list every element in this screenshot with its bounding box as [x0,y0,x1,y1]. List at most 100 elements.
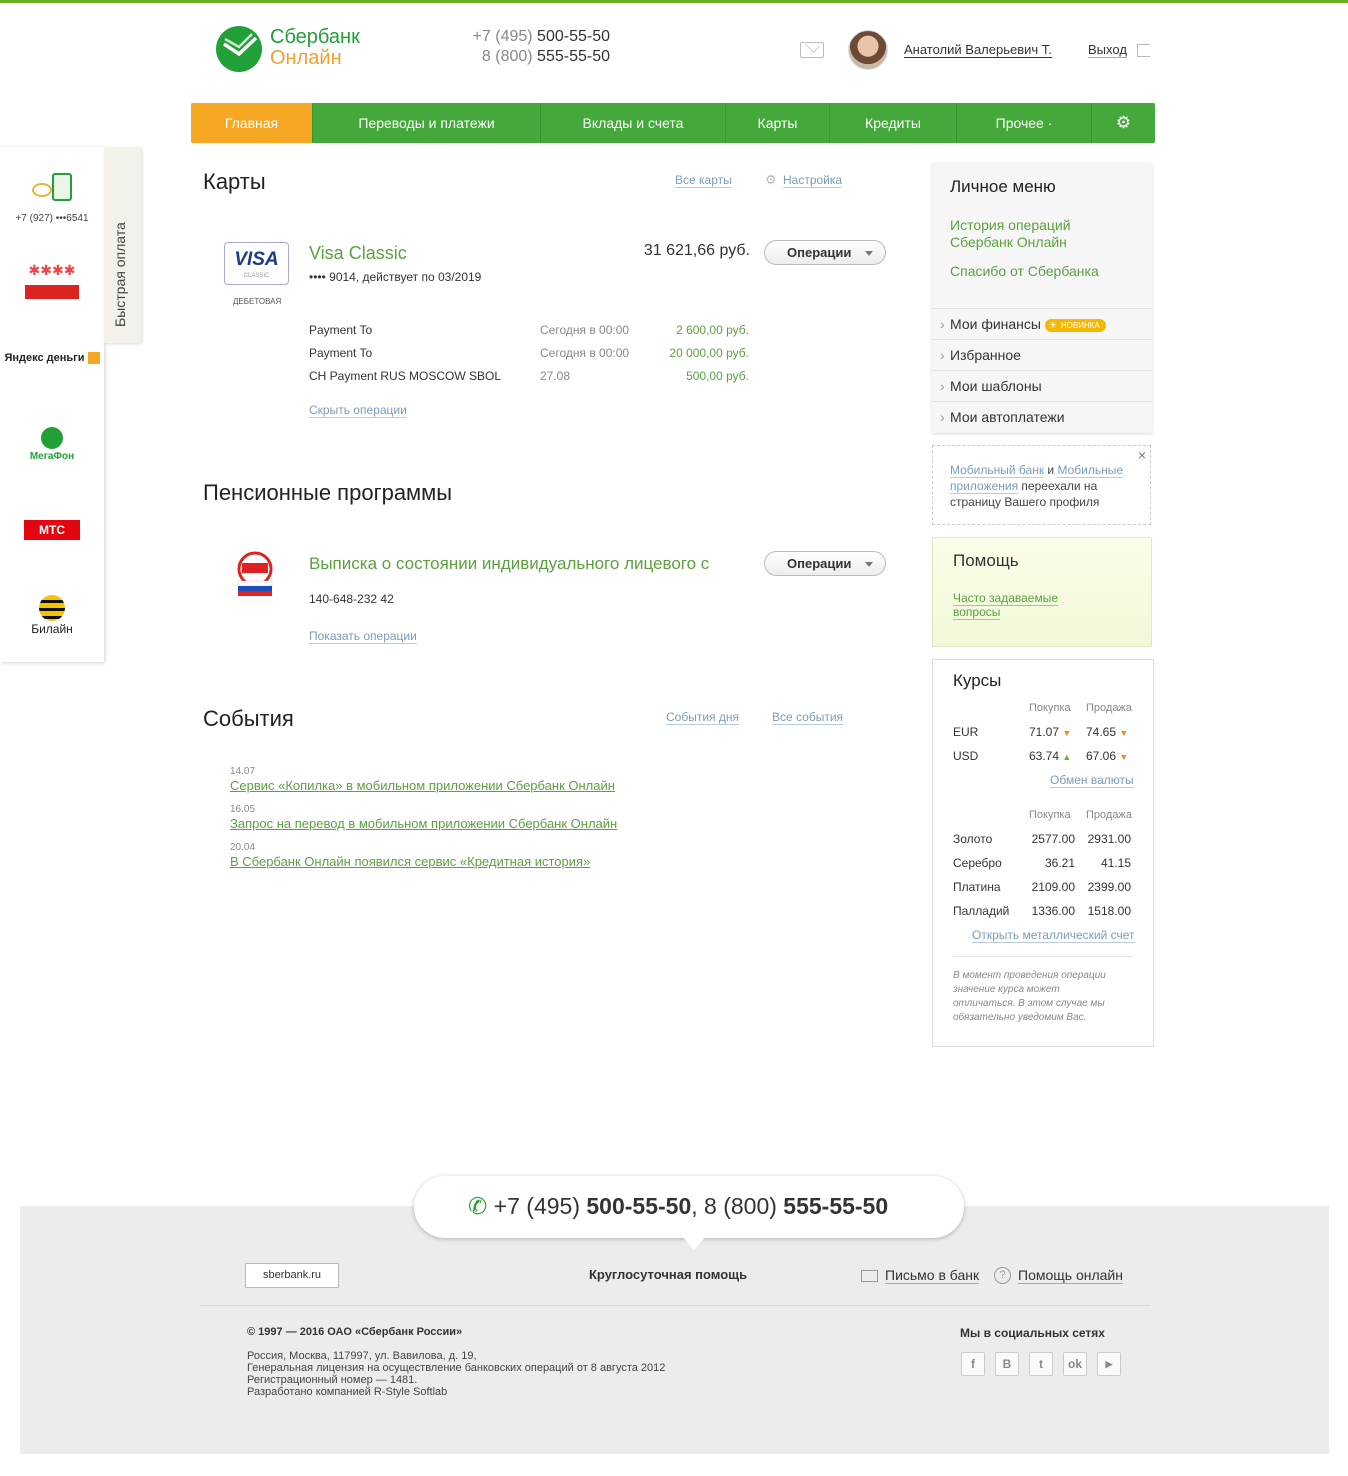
help-online-link[interactable]: Помощь онлайн [1018,1267,1123,1284]
faq-line1: Часто задаваемые [953,591,1059,606]
avatar[interactable] [848,30,888,70]
tx-3-name: CH Payment RUS MOSCOW SBOL [309,369,502,383]
menu-templates[interactable]: Мои шаблоны [932,370,1152,401]
show-operations-link[interactable]: Показать операции [309,629,417,644]
logo-text[interactable]: Сбербанк Онлайн [270,27,360,69]
visa-logo: VISA [234,249,279,270]
sidebar-item-yandex[interactable]: Яндекс деньги [0,352,104,365]
youtube-icon[interactable]: ▶ [1097,1352,1121,1376]
facebook-icon[interactable]: f [961,1352,985,1376]
tx-1-date: Сегодня в 00:00 [540,323,630,337]
arrow-down-icon: ▼ [1119,752,1129,762]
sidebar-item-mts[interactable]: МТС [0,520,104,540]
registration: Регистрационный номер — 1481. [247,1374,418,1386]
card-type-label: ДЕБЕТОВАЯ [233,297,282,306]
hide-operations-link[interactable]: Скрыть операции [309,403,407,418]
logo-line-1: Сбербанк [270,26,360,48]
menu-my-finances[interactable]: Мои финансы НОВИНКА [932,308,1152,339]
sidebar-item-beeline[interactable]: Билайн [0,595,104,636]
mobile-pay-icon [30,173,74,203]
exchange-link[interactable]: Обмен валюты [1050,773,1134,788]
history-link[interactable]: История операций Сбербанк Онлайн [950,217,1071,251]
cards-settings-link[interactable]: Настройка [783,173,843,188]
nav-other[interactable]: Прочее · [957,103,1092,143]
phone2-prefix: 8 (800) [481,48,533,65]
eur-sell-value: 74.65 [1086,725,1117,739]
mobile-apps-link-part1[interactable]: Мобильные [1057,463,1124,478]
settings-small-icon[interactable]: ⚙ [765,172,777,188]
gold-name: Золото [953,832,993,846]
nav-deposits[interactable]: Вклады и счета [541,103,726,143]
rates-title: Курсы [953,671,1002,690]
nav-transfers[interactable]: Переводы и платежи [313,103,541,143]
sidebar-item-phone[interactable]: +7 (927) •••6541 [0,173,104,224]
support-label: Круглосуточная помощь [589,1267,748,1282]
event-2-link[interactable]: Запрос на перевод в мобильном приложении… [230,816,617,831]
event-2-date: 16.05 [230,804,256,815]
social-label: Мы в социальных сетях [960,1326,1105,1340]
vkontakte-icon[interactable]: B [995,1352,1019,1376]
nav-home[interactable]: Главная [191,103,313,143]
rates-panel: Курсы Покупка Продажа EUR 71.07 ▼ 74.65 … [932,659,1154,1047]
event-3-link[interactable]: В Сбербанк Онлайн появился сервис «Креди… [230,854,590,869]
sberbank-site-button[interactable]: sberbank.ru [245,1263,339,1288]
beeline-icon [39,595,65,621]
settings-gear-icon[interactable]: ⚙ [1092,103,1155,143]
tx-2-date: Сегодня в 00:00 [540,346,630,360]
spasibo-link[interactable]: Спасибо от Сбербанка [950,263,1099,279]
history-link-line1: История операций [950,217,1071,233]
mobile-apps-link-part2[interactable]: приложения [950,479,1019,494]
sidebar-item-family[interactable]: ✱✱✱✱ [0,262,104,299]
sidebar-item-megafon[interactable]: МегаФон [0,427,104,462]
usd-sell-value: 67.06 [1086,749,1117,763]
help-question-icon[interactable]: ? [994,1267,1011,1284]
quick-pay-tab[interactable]: Быстрая оплата [104,147,141,343]
user-name-link[interactable]: Анатолий Валерьевич Т. [904,42,1052,58]
letter-icon[interactable] [861,1270,878,1282]
logout-icon[interactable] [1137,44,1150,57]
family-logo-icon [25,285,79,299]
header-phones: +7 (495) 500-55-50 8 (800) 555-55-50 [462,27,610,67]
mobile-bank-link[interactable]: Мобильный банк [950,463,1045,478]
faq-link[interactable]: Часто задаваемые вопросы [953,591,1059,620]
call-separator: , 8 (800) [691,1193,784,1219]
visa-classic-label: CLASSIC [243,273,270,279]
close-icon[interactable]: × [1138,447,1146,463]
odnoklassniki-icon[interactable]: ok [1063,1352,1087,1376]
nav-cards[interactable]: Карты [726,103,830,143]
letter-to-bank-link[interactable]: Письмо в банк [885,1267,980,1284]
help-title: Помощь [953,551,1019,570]
notice-and: и [1044,463,1058,477]
nav-credits[interactable]: Кредиты [830,103,957,143]
phone2: 555-55-50 [537,48,610,65]
logout-link[interactable]: Выход [1088,42,1127,58]
menu-my-finances-label: Мои финансы [950,316,1041,332]
sberbank-logo-icon[interactable] [216,26,262,72]
day-events-link[interactable]: События дня [666,710,739,725]
usd-buy: 63.74 ▲ [1029,749,1071,763]
main-nav: Главная Переводы и платежи Вклады и счет… [191,103,1155,143]
all-cards-link[interactable]: Все карты [675,173,732,188]
twitter-icon[interactable]: t [1029,1352,1053,1376]
copyright: © 1997 — 2016 ОАО «Сбербанк России» [247,1326,463,1338]
help-panel: Помощь Часто задаваемые вопросы [932,537,1152,647]
mail-icon[interactable] [800,42,824,58]
call-numbers: ✆ +7 (495) 500-55-50, 8 (800) 555-55-50 [468,1193,888,1220]
rates-buy-header: Покупка [1029,702,1071,714]
event-1-link[interactable]: Сервис «Копилка» в мобильном приложении … [230,778,615,793]
metals-sell-header: Продажа [1086,809,1132,821]
pension-operations-button[interactable]: Операции [764,551,886,576]
menu-favorites[interactable]: Избранное [932,339,1152,370]
pension-statement-link[interactable]: Выписка о состоянии индивидуального лице… [309,554,734,574]
eur-buy-value: 71.07 [1029,725,1060,739]
card-name-link[interactable]: Visa Classic [309,243,407,264]
card-operations-button[interactable]: Операции [764,240,886,265]
all-events-link[interactable]: Все события [772,710,844,725]
card-number-expiry: •••• 9014, действует по 03/2019 [309,270,482,284]
pension-fund-icon [232,549,278,597]
metal-account-link[interactable]: Открыть металлический счет [972,928,1135,943]
visa-card-icon[interactable]: VISA CLASSIC [224,242,289,285]
metals-buy-header: Покупка [1029,809,1071,821]
menu-autopayments[interactable]: Мои автоплатежи [932,401,1152,432]
rates-note-1: В момент проведения операции [953,970,1106,981]
